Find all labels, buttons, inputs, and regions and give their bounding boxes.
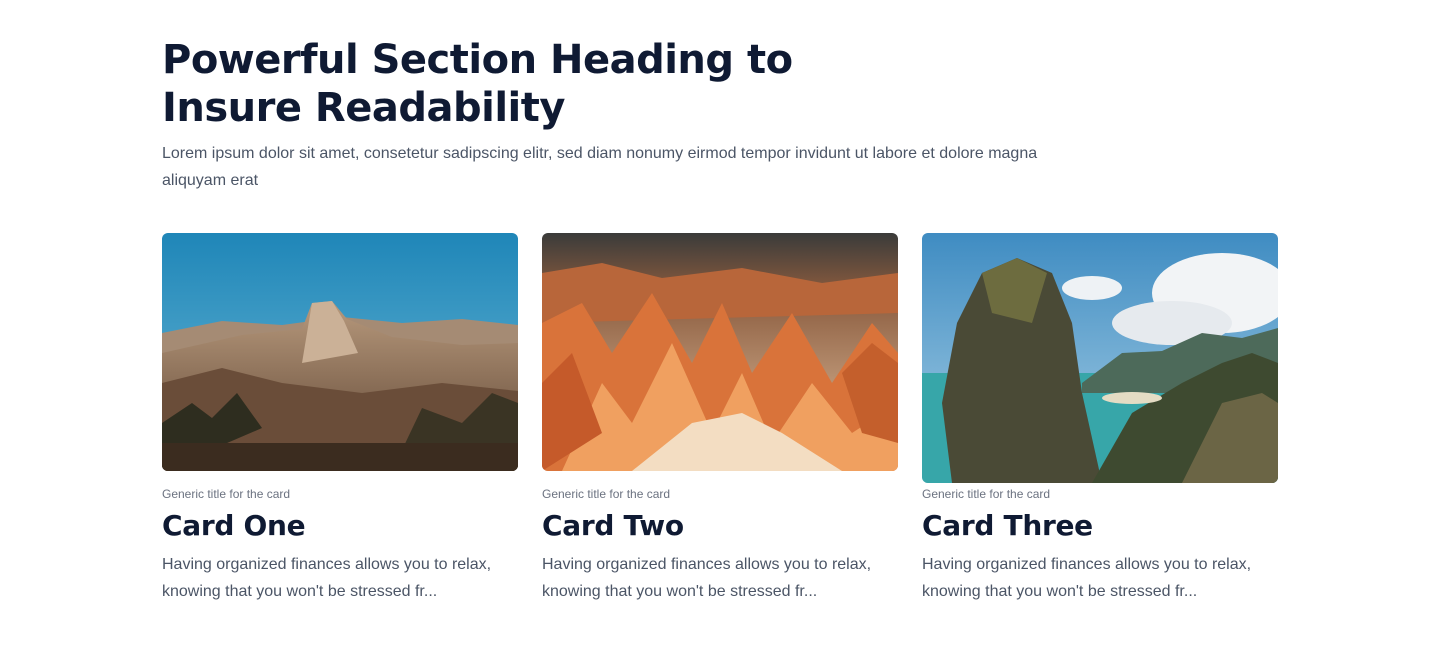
card-one[interactable]: Generic title for the card Card One Havi… — [162, 233, 518, 600]
card-image-canyon[interactable] — [542, 233, 898, 471]
card-body: Having organized finances allows you to … — [162, 556, 492, 600]
card-image-mountain-valley[interactable] — [162, 233, 518, 471]
section-lead: Lorem ipsum dolor sit amet, consetetur s… — [162, 145, 1038, 189]
card-eyebrow: Generic title for the card — [542, 487, 671, 501]
card-three[interactable]: Generic title for the card Card Three Ha… — [922, 233, 1278, 600]
card-title[interactable]: Card Three — [922, 508, 1093, 544]
card-eyebrow: Generic title for the card — [922, 487, 1051, 501]
card-two[interactable]: Generic title for the card Card Two Havi… — [542, 233, 898, 600]
card-body: Having organized finances allows you to … — [542, 556, 872, 600]
card-title[interactable]: Card Two — [542, 508, 684, 544]
card-body: Having organized finances allows you to … — [922, 556, 1252, 600]
cliff-image — [922, 233, 1278, 483]
card-title[interactable]: Card One — [162, 508, 306, 544]
canyon-image — [542, 233, 898, 471]
mountain-image — [162, 233, 518, 471]
card-eyebrow: Generic title for the card — [162, 487, 291, 501]
card-image-coastal-cliff[interactable] — [922, 233, 1278, 483]
section-heading: Powerful Section Heading to Insure Reada… — [162, 37, 793, 131]
